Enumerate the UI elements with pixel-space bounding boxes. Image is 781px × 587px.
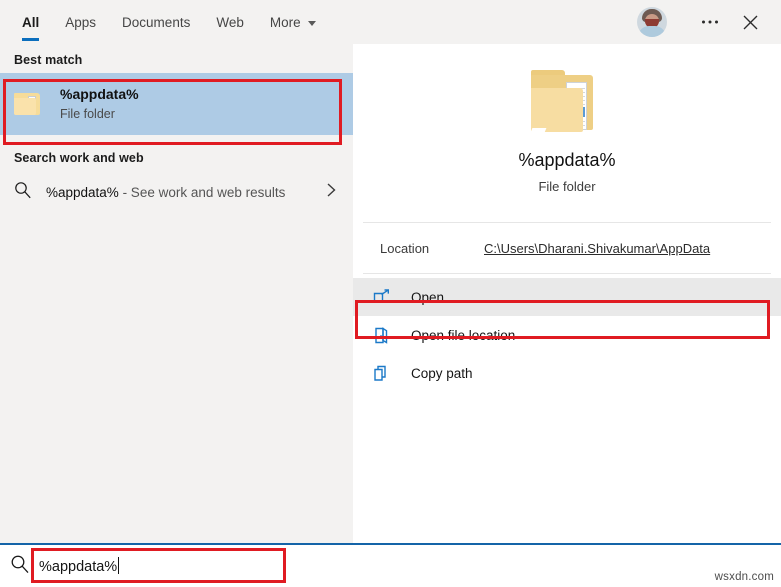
web-result-item[interactable]: %appdata% - See work and web results [0,171,353,213]
web-result-label: %appdata% - See work and web results [46,185,325,200]
taskbar-search-bar: %appdata% wsxdn.com [0,543,781,587]
action-open-label: Open [411,290,444,305]
action-copy-path-label: Copy path [411,366,473,381]
tab-all[interactable]: All [22,0,39,44]
tab-documents-label: Documents [122,15,190,30]
preview-subtitle: File folder [353,178,781,196]
best-match-text: %appdata% File folder [60,85,139,123]
tab-web[interactable]: Web [216,0,244,44]
best-match-subtitle: File folder [60,105,139,123]
avatar-shirt [638,26,666,37]
folder-icon [14,91,44,117]
chevron-down-icon [308,21,316,26]
web-result-suffix: - See work and web results [119,185,286,200]
action-copy-path[interactable]: Copy path [353,354,781,392]
results-pane: Best match %appdata% File folder Search … [0,44,353,543]
account-avatar[interactable] [637,7,667,37]
tab-list: All Apps Documents Web More [0,0,342,44]
best-match-header: Best match [0,44,353,73]
best-match-result[interactable]: %appdata% File folder [0,73,353,135]
preview-title: %appdata% [353,148,781,172]
search-icon [10,554,30,579]
location-label: Location [380,241,484,256]
action-open-file-location-label: Open file location [411,328,515,343]
text-cursor [118,557,119,574]
open-in-new-icon [373,289,399,305]
more-options-icon[interactable] [695,7,725,37]
tab-more[interactable]: More [270,0,316,44]
tab-web-label: Web [216,15,244,30]
watermark: wsxdn.com [715,571,774,583]
windows-search-window: All Apps Documents Web More [0,0,781,587]
search-work-web-header: Search work and web [0,135,353,171]
tab-all-label: All [22,15,39,30]
tab-documents[interactable]: Documents [122,0,190,44]
tab-apps-label: Apps [65,15,96,30]
tab-apps[interactable]: Apps [65,0,96,44]
search-icon [14,181,32,204]
folder-icon-large [528,70,606,136]
tab-more-label: More [270,15,301,30]
search-input[interactable]: %appdata% [39,557,119,575]
location-row: Location C:\Users\Dharani.Shivakumar\App… [353,223,781,273]
window-controls [637,0,781,44]
folder-open-icon [373,327,399,344]
copy-icon [373,365,399,382]
action-open-file-location[interactable]: Open file location [353,316,781,354]
search-tab-bar: All Apps Documents Web More [0,0,781,44]
chevron-right-icon[interactable] [325,181,337,204]
preview-pane: %appdata% File folder Location C:\Users\… [353,44,781,543]
preview-hero: %appdata% File folder [353,44,781,196]
action-open[interactable]: Open [353,278,781,316]
close-icon[interactable] [735,7,765,37]
location-value-link[interactable]: C:\Users\Dharani.Shivakumar\AppData [484,241,710,256]
action-list: Open Open file location [353,274,781,392]
web-result-query: %appdata% [46,185,119,200]
best-match-title: %appdata% [60,85,139,104]
search-input-value: %appdata% [39,559,117,575]
